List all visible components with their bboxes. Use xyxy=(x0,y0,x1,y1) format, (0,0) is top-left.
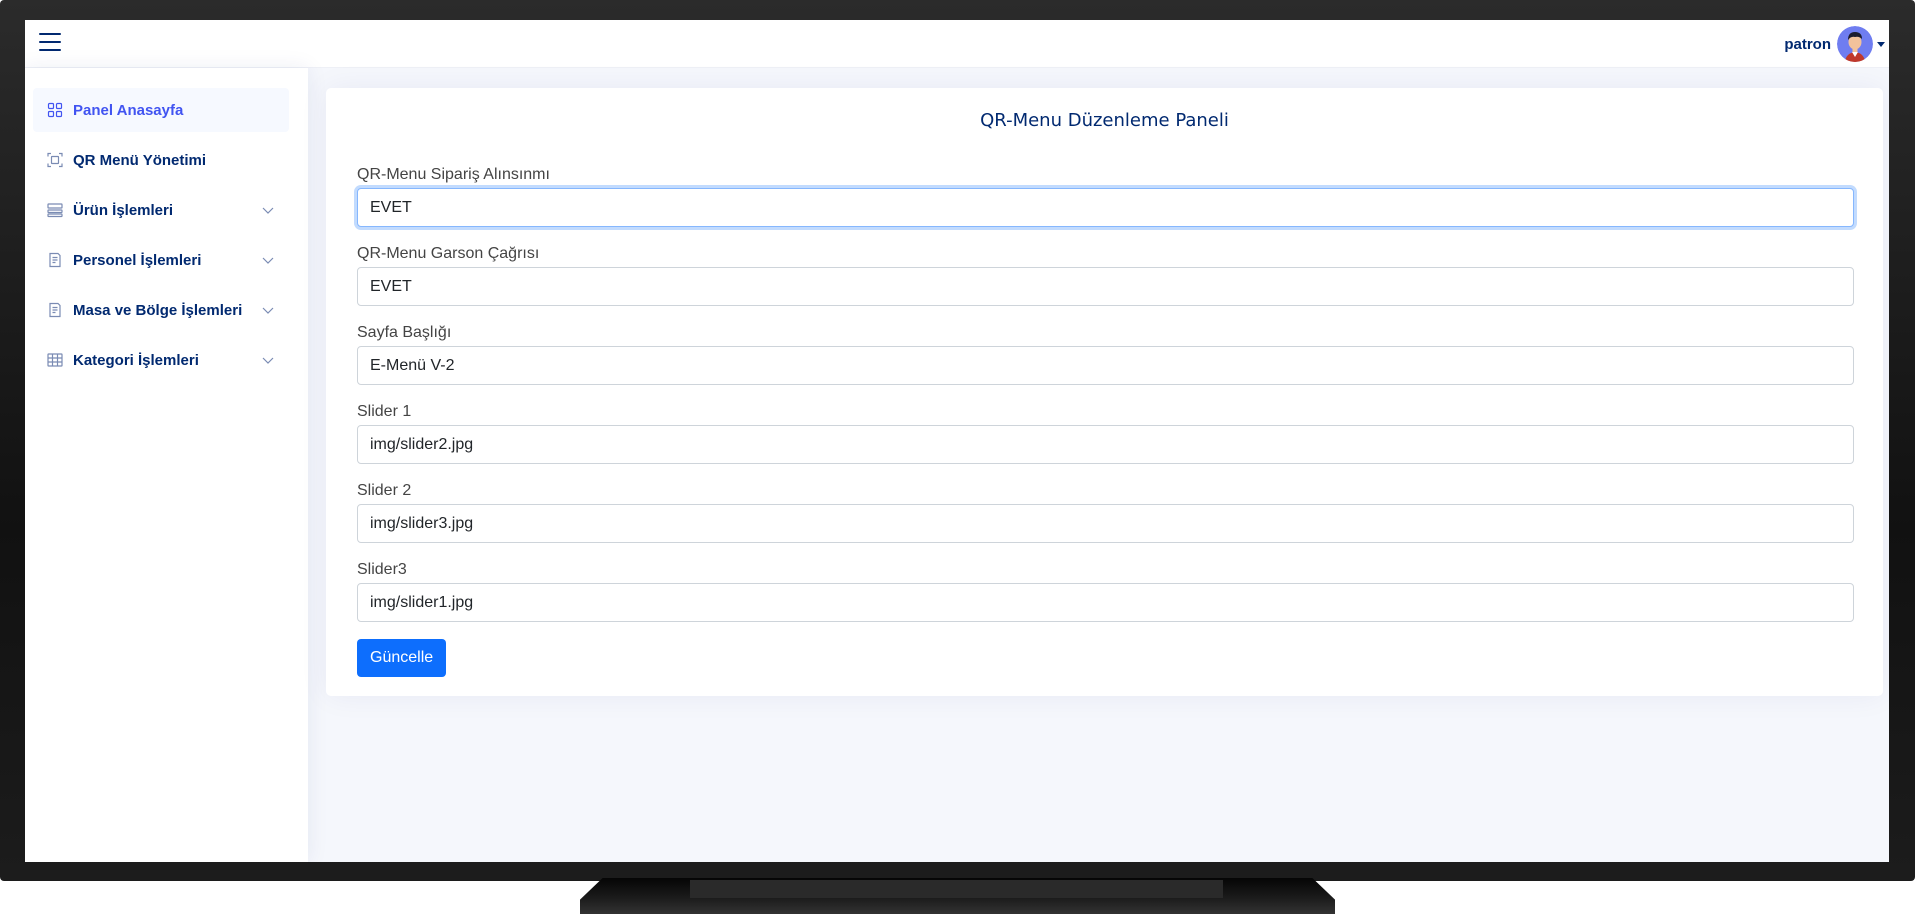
sidebar-item-label: Kategori İşlemleri xyxy=(73,351,199,369)
document-text-icon xyxy=(49,252,61,268)
field-label: Slider 2 xyxy=(357,482,412,499)
slider-1-input[interactable] xyxy=(357,425,1854,464)
sidebar-item-personel-islemleri[interactable]: Personel İşlemleri xyxy=(33,238,289,282)
sidebar-item-masa-ve-bolge-islemleri[interactable]: Masa ve Bölge İşlemleri xyxy=(33,288,289,332)
monitor-stand-inner xyxy=(690,880,1223,898)
top-header: patron xyxy=(25,20,1889,68)
chevron-down-icon[interactable] xyxy=(1877,41,1885,47)
document-text-icon xyxy=(49,302,61,318)
siparis-alinsin-input[interactable] xyxy=(357,188,1854,227)
chevron-down-icon xyxy=(262,257,274,264)
user-menu[interactable]: patron xyxy=(1784,20,1889,68)
sidebar-item-label: Panel Anasayfa xyxy=(73,101,184,119)
grid-icon xyxy=(47,102,63,118)
chevron-down-icon xyxy=(262,307,274,314)
layout-list-icon xyxy=(47,203,63,218)
garson-cagrisi-input[interactable] xyxy=(357,267,1854,306)
guncelle-button[interactable]: Güncelle xyxy=(357,639,447,677)
slider-3-input[interactable] xyxy=(357,583,1854,622)
page-title: QR-Menu Düzenleme Paneli xyxy=(980,110,1229,131)
sidebar-item-label: Personel İşlemleri xyxy=(73,251,202,269)
form-field: Slider 1 xyxy=(357,401,1854,480)
field-label: Slider3 xyxy=(357,561,407,578)
table-icon xyxy=(47,353,63,367)
sidebar: Panel Anasayfa QR Menü Yönetimi Ürün İşl… xyxy=(25,68,308,862)
avatar[interactable] xyxy=(1837,26,1873,62)
slider-2-input[interactable] xyxy=(357,504,1854,543)
settings-card: QR-Menu Düzenleme Paneli QR-Menu Sipariş… xyxy=(326,88,1883,696)
app-screen: patron Panel Anasayfa QR Menü Yönetimi Ü… xyxy=(25,20,1889,862)
sidebar-item-label: Ürün İşlemleri xyxy=(73,201,174,219)
form-field: Sayfa Başlığı xyxy=(357,322,1854,401)
field-label: QR-Menu Garson Çağrısı xyxy=(357,245,540,262)
sayfa-basligi-input[interactable] xyxy=(357,346,1854,385)
chevron-down-icon xyxy=(262,357,274,364)
sidebar-item-label: Masa ve Bölge İşlemleri xyxy=(73,301,243,319)
chevron-down-icon xyxy=(262,207,274,214)
settings-form: QR-Menu Sipariş Alınsınmı QR-Menu Garson… xyxy=(357,164,1854,677)
field-label: Sayfa Başlığı xyxy=(357,324,452,341)
sidebar-item-qr-menu-yonetimi[interactable]: QR Menü Yönetimi xyxy=(33,138,289,182)
sidebar-item-kategori-islemleri[interactable]: Kategori İşlemleri xyxy=(33,338,289,382)
sidebar-item-urun-islemleri[interactable]: Ürün İşlemleri xyxy=(33,188,289,232)
sidebar-item-label: QR Menü Yönetimi xyxy=(73,151,207,169)
qr-scan-icon xyxy=(47,152,63,168)
form-field: QR-Menu Sipariş Alınsınmı xyxy=(357,164,1854,243)
field-label: QR-Menu Sipariş Alınsınmı xyxy=(357,166,550,183)
menu-toggle-icon[interactable] xyxy=(38,30,62,54)
username[interactable]: patron xyxy=(1784,36,1831,53)
sidebar-item-panel-anasayfa[interactable]: Panel Anasayfa xyxy=(33,88,289,132)
form-field: QR-Menu Garson Çağrısı xyxy=(357,243,1854,322)
field-label: Slider 1 xyxy=(357,403,412,420)
form-field: Slider 2 xyxy=(357,480,1854,559)
form-field: Slider3 xyxy=(357,559,1854,638)
